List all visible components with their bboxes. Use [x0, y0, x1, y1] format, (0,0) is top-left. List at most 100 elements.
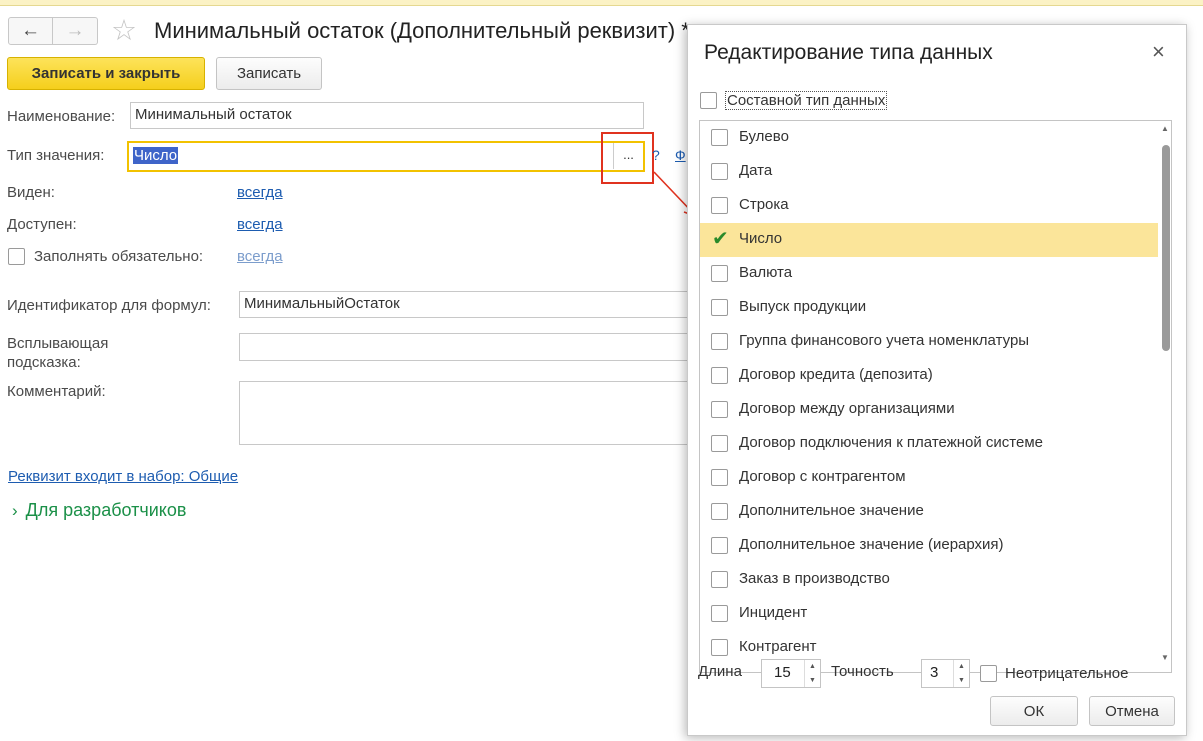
type-list-item[interactable]: Выпуск продукции [700, 291, 1158, 325]
type-checkbox[interactable] [711, 537, 728, 554]
type-checkbox[interactable] [711, 197, 728, 214]
type-list[interactable]: Булево Дата Строка ✔ Число Валюта Выпуск проду… [699, 120, 1172, 673]
attribute-set-link[interactable]: Реквизит входит в набор: Общие [8, 468, 238, 485]
favorite-star-icon[interactable]: ☆ [111, 17, 137, 46]
composite-type-option[interactable]: Составной тип данных [700, 91, 888, 110]
type-field[interactable]: Число [127, 141, 645, 172]
type-label: Выпуск продукции [739, 298, 867, 315]
comment-field[interactable] [239, 381, 699, 445]
type-list-item[interactable]: Группа финансового учета номенклатуры [700, 325, 1158, 359]
type-list-item[interactable]: Дополнительное значение [700, 495, 1158, 529]
type-checkbox[interactable] [711, 265, 728, 282]
type-checkbox[interactable] [711, 639, 728, 656]
cancel-button[interactable]: Отмена [1089, 696, 1175, 726]
spin-up-icon[interactable]: ▲ [805, 660, 820, 674]
forward-button[interactable]: → [53, 17, 98, 45]
type-label: Инцидент [739, 604, 808, 621]
type-checkbox[interactable] [711, 367, 728, 384]
name-field[interactable]: Минимальный остаток [130, 102, 644, 129]
type-list-item[interactable]: Булево [700, 121, 1158, 155]
save-button[interactable]: Записать [216, 57, 322, 90]
length-spinner[interactable]: 15 ▲ ▼ [761, 659, 821, 688]
arrow-left-icon: ← [21, 20, 40, 41]
type-list-item[interactable]: Инцидент [700, 597, 1158, 631]
type-label: Валюта [739, 264, 793, 281]
type-checkbox[interactable] [711, 503, 728, 520]
length-value[interactable]: 15 [762, 660, 804, 687]
visible-link[interactable]: всегда [237, 184, 283, 201]
save-and-close-button[interactable]: Записать и закрыть [7, 57, 205, 90]
type-label: Заказ в производство [739, 570, 890, 587]
type-list-item[interactable]: ✔ Число [700, 223, 1158, 257]
type-checkbox[interactable] [711, 435, 728, 452]
type-list-scrollbar[interactable]: ▲ ▼ [1159, 121, 1171, 672]
type-checkbox[interactable] [711, 163, 728, 180]
type-label: Дополнительное значение (иерархия) [739, 536, 1004, 553]
type-value-selected: Число [133, 147, 179, 164]
name-label: Наименование: [7, 108, 116, 125]
type-label: Строка [739, 196, 789, 213]
type-checkbox[interactable] [711, 333, 728, 350]
close-icon[interactable]: × [1152, 39, 1165, 65]
type-label: Договор подключения к платежной системе [739, 434, 1043, 451]
spin-down-icon[interactable]: ▼ [805, 674, 820, 688]
nonnegative-checkbox[interactable] [980, 665, 997, 682]
type-list-item[interactable]: Заказ в производство [700, 563, 1158, 597]
length-label: Длина [698, 663, 742, 680]
type-list-item[interactable]: Договор с контрагентом [700, 461, 1158, 495]
type-label: Договор между организациями [739, 400, 955, 417]
type-checkbox[interactable] [711, 129, 728, 146]
composite-type-label: Составной тип данных [725, 91, 888, 110]
required-link[interactable]: всегда [237, 248, 283, 265]
type-checkbox[interactable] [711, 299, 728, 316]
type-list-item[interactable]: Договор между организациями [700, 393, 1158, 427]
available-label: Доступен: [7, 216, 77, 233]
type-list-item[interactable]: Строка [700, 189, 1158, 223]
chevron-right-icon: › [12, 500, 18, 520]
checkmark-icon[interactable]: ✔ [712, 226, 729, 251]
form-title: Минимальный остаток (Дополнительный рекв… [154, 18, 690, 43]
dialog-title: Редактирование типа данных [704, 41, 993, 64]
tooltip-field[interactable] [239, 333, 699, 361]
scroll-thumb[interactable] [1162, 145, 1170, 351]
visible-label: Виден: [7, 184, 55, 201]
type-list-item[interactable]: Валюта [700, 257, 1158, 291]
required-checkbox[interactable] [8, 248, 25, 265]
type-label: Договор с контрагентом [739, 468, 906, 485]
type-checkbox[interactable] [711, 469, 728, 486]
scroll-up-icon[interactable]: ▲ [1161, 124, 1169, 133]
type-checkbox[interactable] [711, 401, 728, 418]
type-list-item[interactable]: Договор кредита (депозита) [700, 359, 1158, 393]
composite-type-checkbox[interactable] [700, 92, 717, 109]
ok-button[interactable]: ОК [990, 696, 1078, 726]
precision-spinner[interactable]: 3 ▲ ▼ [921, 659, 970, 688]
spin-down-icon[interactable]: ▼ [954, 674, 969, 688]
back-button[interactable]: ← [8, 17, 53, 45]
type-checkbox[interactable] [711, 605, 728, 622]
precision-value[interactable]: 3 [922, 660, 953, 687]
nonnegative-label: Неотрицательное [1005, 665, 1129, 682]
available-link[interactable]: всегда [237, 216, 283, 233]
highlight-frame [601, 132, 654, 184]
precision-label: Точность [831, 663, 894, 680]
type-list-item[interactable]: Дополнительное значение (иерархия) [700, 529, 1158, 563]
help-mark[interactable]: ? [652, 147, 660, 163]
type-list-item[interactable]: Дата [700, 155, 1158, 189]
type-label: Контрагент [739, 638, 817, 655]
format-link[interactable]: Ф [675, 147, 686, 163]
type-list-item[interactable]: Договор подключения к платежной системе [700, 427, 1158, 461]
nonnegative-option[interactable]: Неотрицательное [980, 665, 1128, 682]
type-label: Дополнительное значение [739, 502, 924, 519]
type-label: Группа финансового учета номенклатуры [739, 332, 1030, 349]
required-label: Заполнять обязательно: [34, 248, 204, 265]
spin-up-icon[interactable]: ▲ [954, 660, 969, 674]
developers-group-label: Для разработчиков [25, 500, 187, 520]
developers-group-toggle[interactable]: › Для разработчиков [12, 500, 186, 521]
top-stripe [0, 0, 1203, 6]
formula-id-field[interactable]: МинимальныйОстаток [239, 291, 699, 318]
type-checkbox[interactable] [711, 571, 728, 588]
formula-id-label: Идентификатор для формул: [7, 297, 211, 314]
type-label: Договор кредита (депозита) [739, 366, 933, 383]
scroll-down-icon[interactable]: ▼ [1161, 653, 1169, 662]
type-label: Булево [739, 128, 789, 145]
